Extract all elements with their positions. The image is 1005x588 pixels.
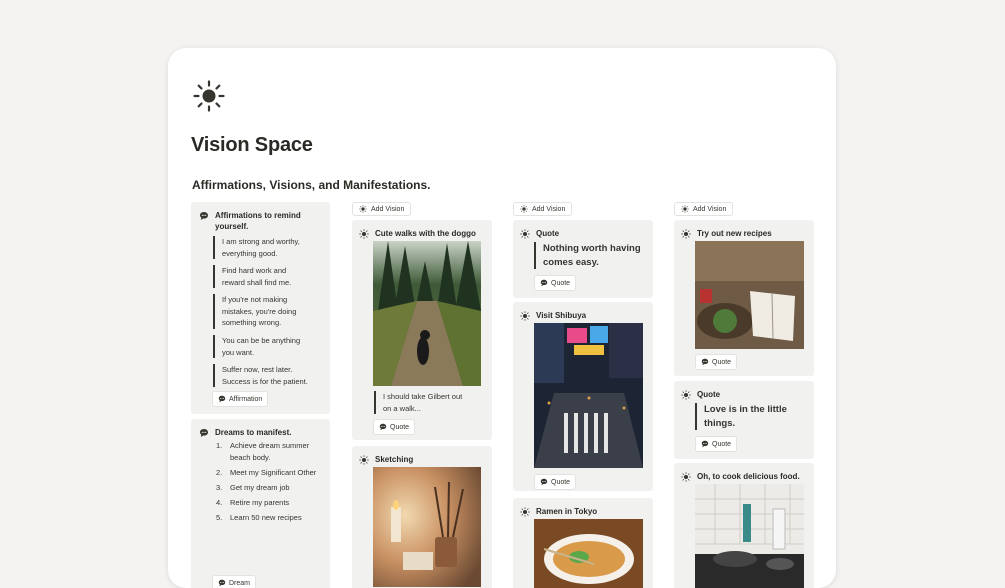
affirmation-quote: I am strong and worthy, everything good. [213,236,326,259]
quote-tag[interactable]: Quote [695,436,738,452]
speech-bubble-icon [199,211,209,221]
tiled-kitchen-stove-photo [695,484,804,588]
sun-icon [520,205,528,213]
speech-bubble-icon [540,279,548,287]
page-subtitle[interactable]: Affirmations, Visions, and Manifestation… [192,178,430,192]
vision-card-shibuya[interactable]: Visit Shibuya Quote [513,302,653,491]
speech-bubble-icon [218,395,226,403]
speech-bubble-icon [379,423,387,431]
speech-bubble-icon [540,478,548,486]
affirmation-quote: You can be be anything you want. [213,335,326,358]
sun-icon [520,311,530,321]
vision-card-sketching[interactable]: Sketching [352,446,492,588]
sun-icon [520,229,530,239]
list-item: 5. Learn 50 new recipes [216,512,302,522]
speech-bubble-icon [701,358,709,366]
speech-bubble-icon [199,428,209,438]
kitchen-cookbook-photo [695,241,804,349]
quote-tag[interactable]: Quote [534,275,577,291]
forest-trail-dog-photo [373,241,481,386]
dream-tag[interactable]: Dream [212,575,257,588]
sun-icon [359,455,369,465]
affirmations-card[interactable]: Affirmations to remind yourself. I am str… [191,202,330,414]
doggo-caption: I should take Gilbert out on a walk... [374,391,488,414]
page-title[interactable]: Vision Space [191,134,313,157]
sun-icon [681,472,691,482]
vision-card-quote[interactable]: Quote Nothing worth having comes easy. Qu… [513,220,653,298]
speech-bubble-icon [218,579,226,587]
vision-card-ramen[interactable]: Ramen in Tokyo [513,498,653,588]
vision-card-doggo[interactable]: Cute walks with the doggo I should take … [352,220,492,440]
quote-text: Love is in the little things. [695,403,816,430]
sun-icon [359,229,369,239]
add-vision-button[interactable]: Add Vision [513,202,573,216]
quote-text: Nothing worth having comes easy. [534,242,655,269]
vision-card-recipes[interactable]: Try out new recipes Quote [674,220,814,376]
shibuya-crossing-night-photo [534,323,643,468]
affirmation-tag[interactable]: Affirmation [212,391,269,407]
sun-icon [520,507,530,517]
list-item: 1. Achieve dream summer beach body. [216,441,310,462]
speech-bubble-icon [701,440,709,448]
vision-card-cook[interactable]: Oh, to cook delicious food. [674,463,814,588]
notion-page-window: Vision Space Affirmations, Visions, and … [168,48,836,588]
ramen-bowl-photo [534,519,643,588]
affirmation-quote: Find hard work and reward shall find me. [213,265,326,288]
affirmation-quote: If you're not making mistakes, you're doi… [213,294,326,329]
list-item: 4. Retire my parents [216,497,290,507]
quote-tag[interactable]: Quote [373,419,416,435]
quote-tag[interactable]: Quote [695,354,738,370]
sun-icon [681,229,691,239]
sun-icon [681,205,689,213]
affirmation-quote: Suffer now, rest later. Success is for th… [213,364,332,387]
candlelit-art-desk-photo [373,467,481,587]
vision-card-quote-love[interactable]: Quote Love is in the little things. Quote [674,381,814,459]
add-vision-button[interactable]: Add Vision [674,202,734,216]
sun-icon [359,205,367,213]
dreams-card[interactable]: Dreams to manifest. 1. Achieve dream summ… [191,419,330,588]
list-item: 2. Meet my Significant Other [216,467,317,477]
sun-icon[interactable] [193,80,225,112]
dreams-list: 1. Achieve dream summer beach body. 2. Meet… [216,440,328,527]
list-item: 3. Get my dream job [216,482,290,492]
quote-tag[interactable]: Quote [534,474,577,490]
sun-icon [681,390,691,400]
dreams-title: Dreams to manifest. [215,428,292,437]
add-vision-button[interactable]: Add Vision [352,202,412,216]
affirmations-title: Affirmations to remind [215,211,301,220]
